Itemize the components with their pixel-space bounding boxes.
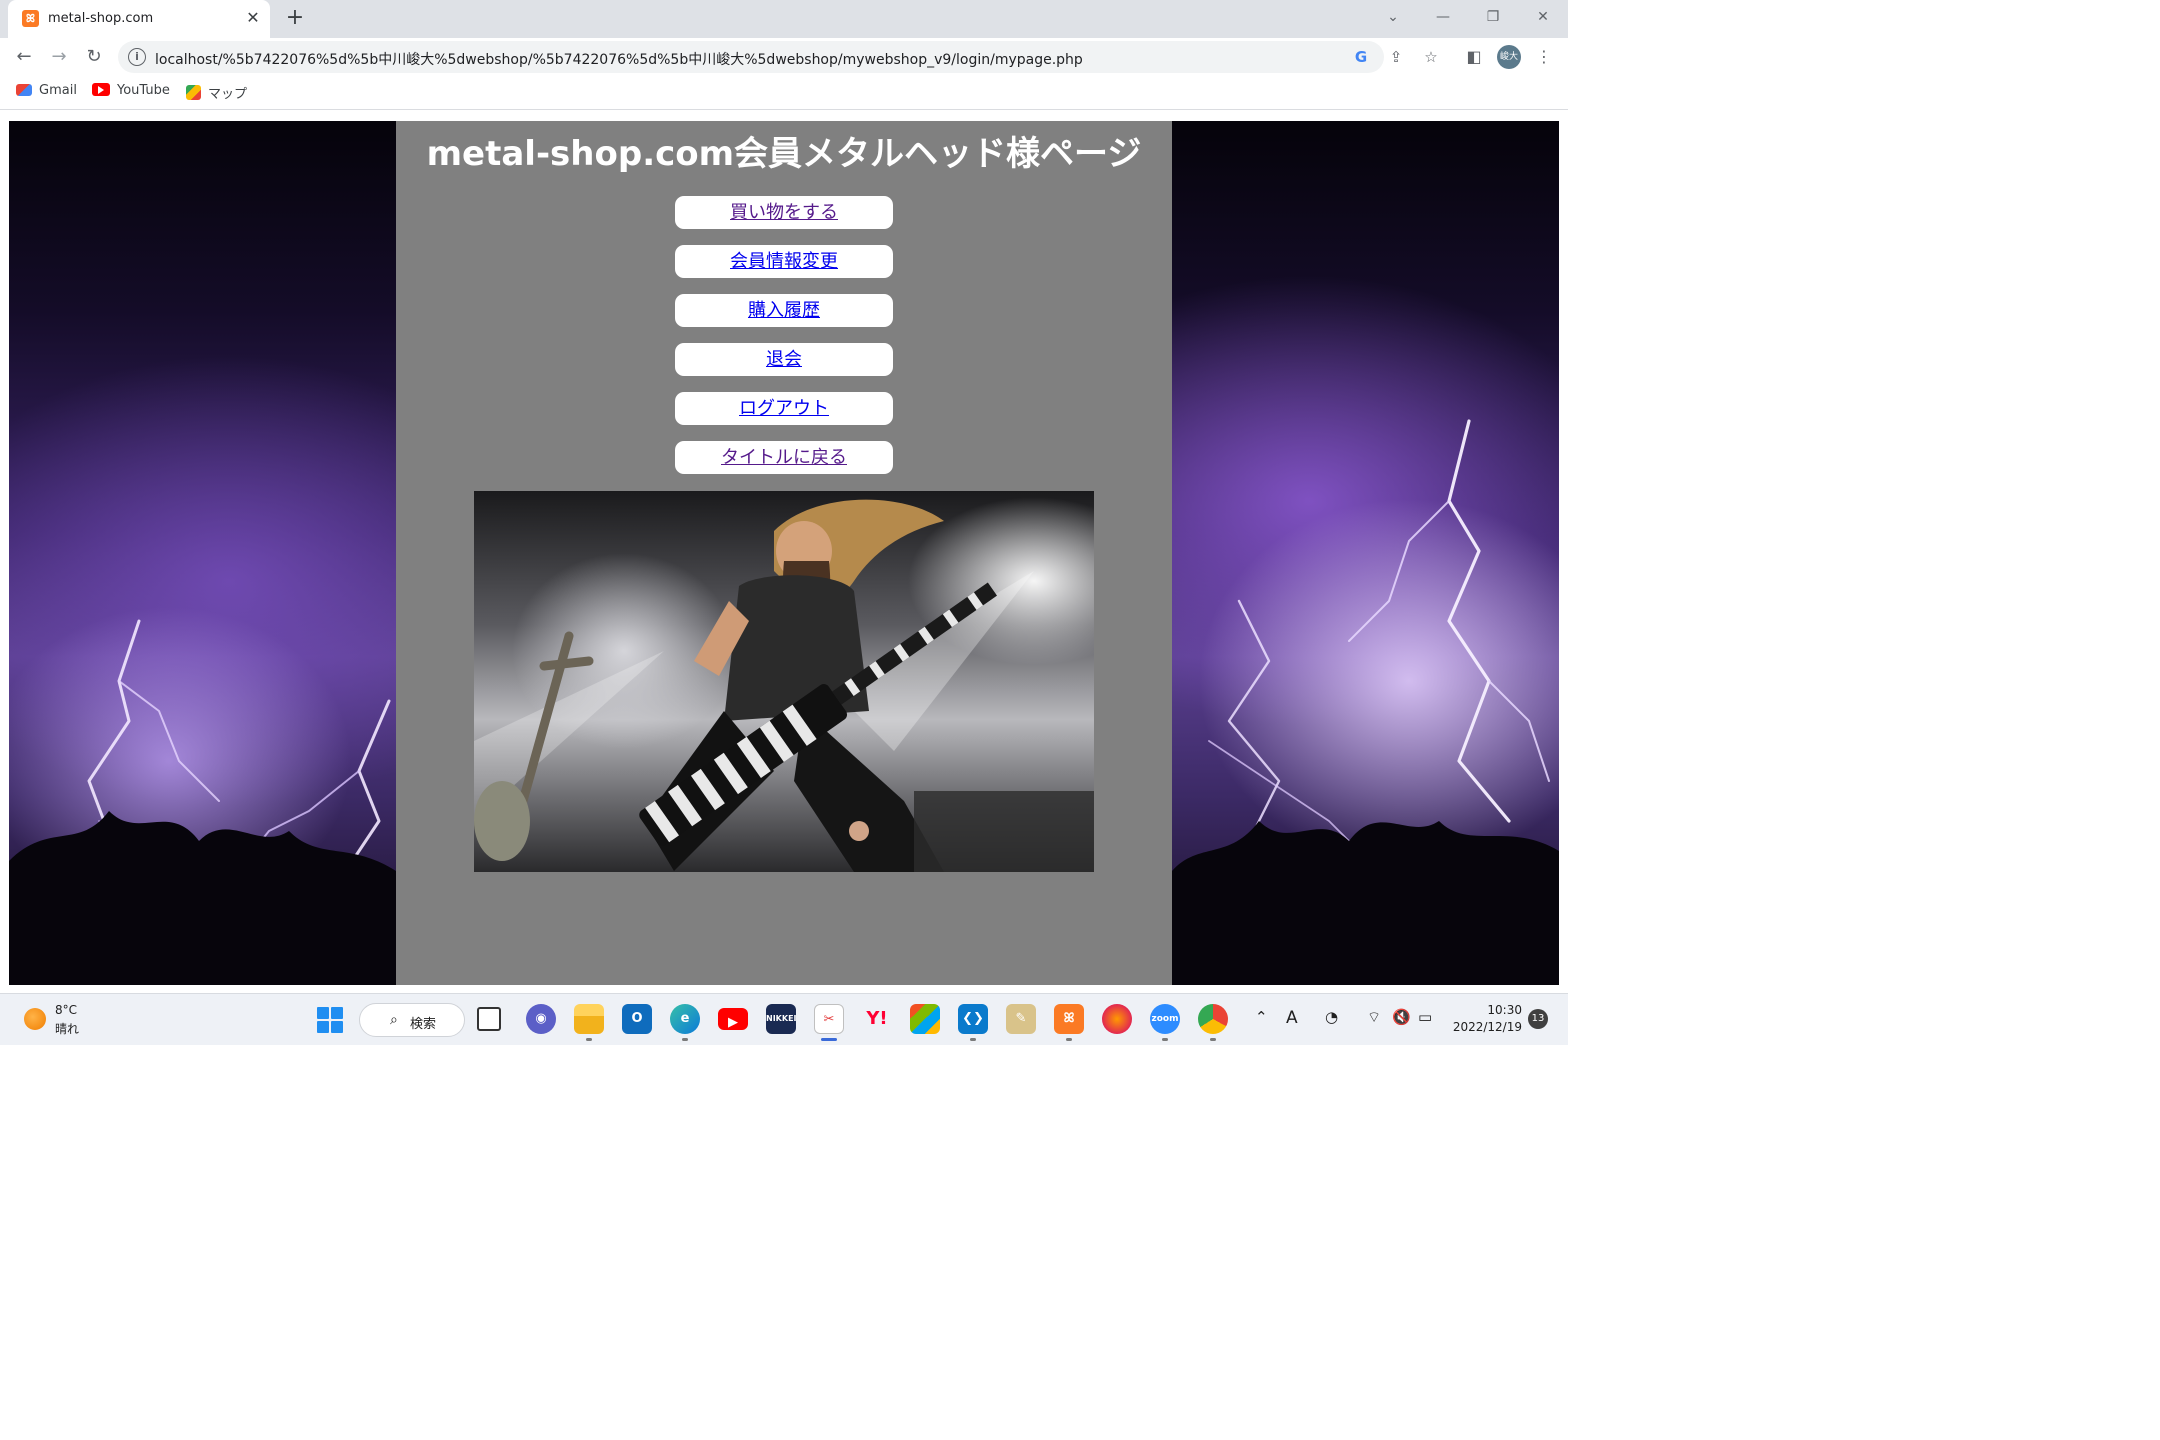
browser-tab[interactable]: ꕤ metal-shop.com ✕ xyxy=(8,0,270,38)
file-explorer-icon[interactable] xyxy=(574,1004,604,1034)
page-title: metal-shop.com会員メタルヘッド様ページ xyxy=(426,134,1142,174)
purchase-history-link[interactable]: 購入履歴 xyxy=(748,296,820,322)
menu-kebab-icon[interactable]: ⋮ xyxy=(1532,45,1556,69)
bookmark-youtube[interactable]: YouTube xyxy=(92,83,170,103)
notepad-icon[interactable]: ✎ xyxy=(1006,1004,1036,1034)
chevron-up-icon[interactable]: ⌃ xyxy=(1255,1008,1268,1026)
weather-sun-icon[interactable] xyxy=(24,1008,46,1030)
share-icon[interactable]: ⇪ xyxy=(1385,46,1407,68)
xampp-icon: ꕤ xyxy=(22,10,39,27)
member-page-panel: metal-shop.com会員メタルヘッド様ページ 買い物をする 会員情報変更… xyxy=(396,121,1172,985)
logout-link[interactable]: ログアウト xyxy=(739,394,829,420)
browser-tabstrip: ꕤ metal-shop.com ✕ + ⌄ — ❐ ✕ xyxy=(0,0,1568,38)
active-indicator xyxy=(821,1038,837,1041)
unsubscribe-link[interactable]: 退会 xyxy=(766,345,802,371)
edit-member-info-link[interactable]: 会員情報変更 xyxy=(730,247,838,273)
weather-condition[interactable]: 晴れ xyxy=(55,1020,79,1037)
menu-button-back-to-title[interactable]: タイトルに戻る xyxy=(675,441,893,474)
windows-taskbar: 8°C 晴れ ⌕ 検索 ◉ O e ▶ NIKKEI ✂ Y! ❮❯ ✎ ꕤ z… xyxy=(0,993,1568,1045)
focus-assist-icon[interactable]: ◔ xyxy=(1325,1008,1338,1026)
outlook-icon[interactable]: O xyxy=(622,1004,652,1034)
menu-button-edit-member-info[interactable]: 会員情報変更 xyxy=(675,245,893,278)
clock-time[interactable]: 10:30 xyxy=(1468,1003,1522,1017)
running-indicator xyxy=(1210,1038,1216,1041)
running-indicator xyxy=(1066,1038,1072,1041)
menu-button-shopping[interactable]: 買い物をする xyxy=(675,196,893,229)
chrome-icon[interactable] xyxy=(1198,1004,1228,1034)
profile-avatar[interactable]: 峻大 xyxy=(1497,45,1521,69)
gmail-icon xyxy=(16,84,32,96)
bookmarks-bar: Gmail YouTube マップ xyxy=(0,76,1568,110)
search-label: 検索 xyxy=(410,1017,437,1032)
url-text[interactable]: localhost/%5b7422076%5d%5b中川峻大%5dwebshop… xyxy=(155,49,1083,69)
weather-temperature[interactable]: 8°C xyxy=(55,1003,77,1017)
task-view-icon[interactable] xyxy=(477,1007,501,1031)
taskbar-search[interactable]: ⌕ 検索 xyxy=(359,1003,465,1037)
microsoft-store-icon[interactable] xyxy=(910,1004,940,1034)
bookmark-gmail[interactable]: Gmail xyxy=(16,83,77,103)
running-indicator xyxy=(682,1038,688,1041)
reload-button[interactable]: ↻ xyxy=(81,44,107,70)
maps-icon xyxy=(186,85,201,100)
youtube-app-icon[interactable]: ▶ xyxy=(718,1008,748,1030)
windows-start-icon[interactable] xyxy=(317,1007,343,1033)
youtube-icon xyxy=(92,83,110,96)
firefox-icon[interactable] xyxy=(1102,1004,1132,1034)
vscode-icon[interactable]: ❮❯ xyxy=(958,1004,988,1034)
close-window-button[interactable]: ✕ xyxy=(1528,6,1558,28)
tab-search-button[interactable]: ⌄ xyxy=(1378,6,1408,28)
tab-title: metal-shop.com xyxy=(48,11,154,26)
minimize-button[interactable]: — xyxy=(1428,6,1458,28)
google-lens-icon[interactable]: G xyxy=(1350,46,1372,68)
volume-muted-icon[interactable]: 🔇 xyxy=(1392,1008,1411,1026)
ime-indicator[interactable]: A xyxy=(1286,1008,1298,1028)
bookmark-maps[interactable]: マップ xyxy=(186,83,247,103)
bookmark-star-icon[interactable]: ☆ xyxy=(1420,46,1442,68)
xampp-app-icon[interactable]: ꕤ xyxy=(1054,1004,1084,1034)
nikkei-icon[interactable]: NIKKEI xyxy=(766,1004,797,1034)
forward-button[interactable]: → xyxy=(46,44,72,70)
zoom-icon[interactable]: zoom xyxy=(1150,1004,1180,1034)
side-panel-icon[interactable]: ◧ xyxy=(1462,45,1486,69)
teams-chat-icon[interactable]: ◉ xyxy=(526,1004,556,1034)
guitarist-photo xyxy=(474,491,1094,872)
restore-button[interactable]: ❐ xyxy=(1478,6,1508,28)
address-bar[interactable]: i localhost/%5b7422076%5d%5b中川峻大%5dwebsh… xyxy=(118,41,1438,73)
new-tab-button[interactable]: + xyxy=(283,5,307,31)
menu-button-purchase-history[interactable]: 購入履歴 xyxy=(675,294,893,327)
notification-badge[interactable]: 13 xyxy=(1528,1009,1548,1029)
menu-button-unsubscribe[interactable]: 退会 xyxy=(675,343,893,376)
back-button[interactable]: ← xyxy=(11,44,37,70)
running-indicator xyxy=(970,1038,976,1041)
page-viewport: metal-shop.com会員メタルヘッド様ページ 買い物をする 会員情報変更… xyxy=(9,121,1559,985)
shopping-link[interactable]: 買い物をする xyxy=(730,198,838,224)
back-to-title-link[interactable]: タイトルに戻る xyxy=(721,443,847,469)
wifi-icon[interactable]: ⌔ xyxy=(1367,1008,1381,1027)
close-icon[interactable]: ✕ xyxy=(244,8,262,28)
browser-toolbar: ← → ↻ i localhost/%5b7422076%5d%5b中川峻大%5… xyxy=(0,38,1568,76)
running-indicator xyxy=(586,1038,592,1041)
clock-date[interactable]: 2022/12/19 xyxy=(1448,1020,1522,1034)
yahoo-icon[interactable]: Y! xyxy=(862,1004,892,1034)
running-indicator xyxy=(1162,1038,1168,1041)
site-info-icon[interactable]: i xyxy=(128,48,146,66)
search-icon: ⌕ xyxy=(390,1012,398,1028)
menu-button-logout[interactable]: ログアウト xyxy=(675,392,893,425)
snipping-tool-icon[interactable]: ✂ xyxy=(814,1004,844,1034)
guitarist-illustration xyxy=(474,499,1094,872)
battery-icon[interactable]: ▭ xyxy=(1418,1008,1432,1026)
edge-icon[interactable]: e xyxy=(670,1004,700,1034)
